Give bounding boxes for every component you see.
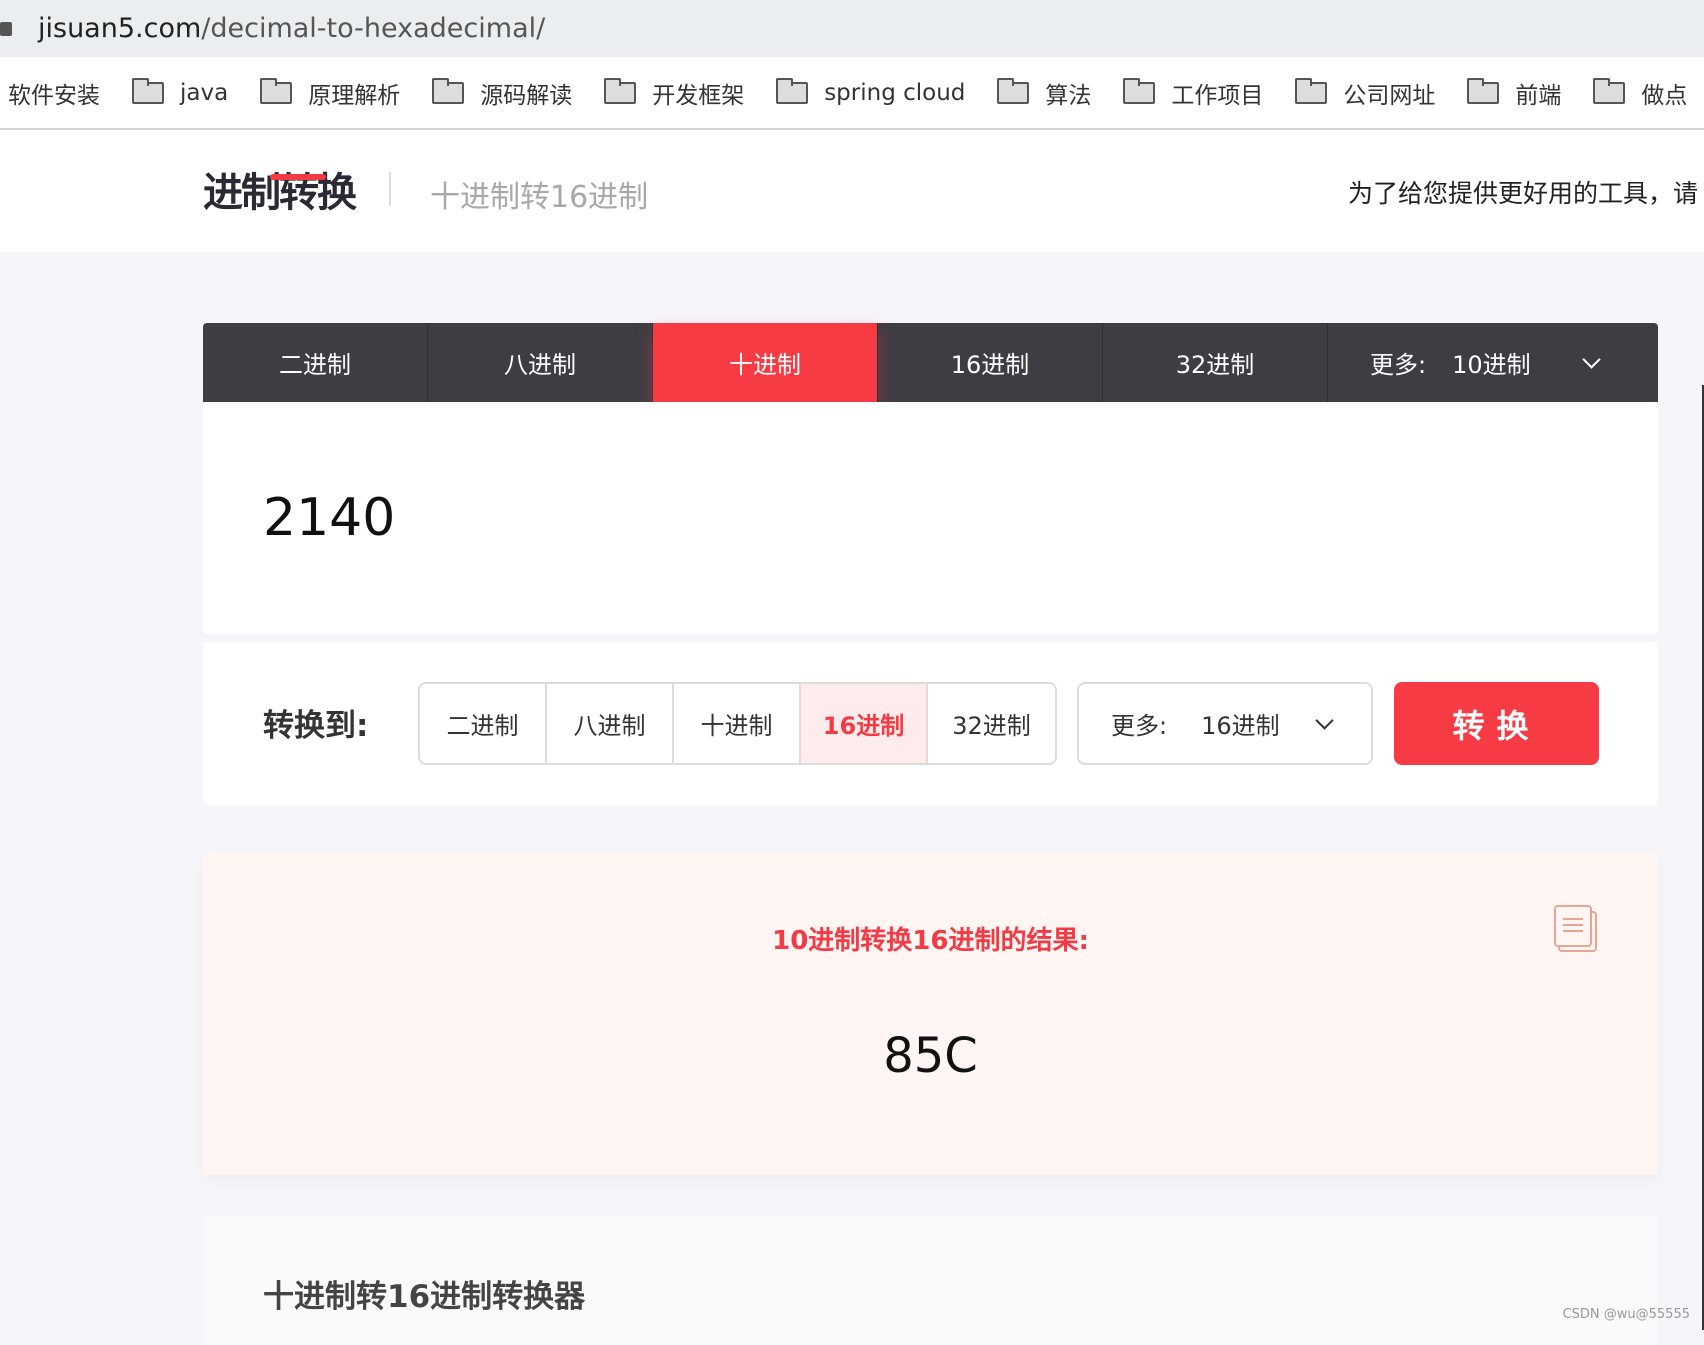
tab-decimal[interactable]: 十进制 bbox=[653, 323, 878, 402]
bookmark-label: 软件安装 bbox=[8, 82, 100, 109]
input-card: 2140 bbox=[203, 402, 1658, 634]
chevron-down-icon bbox=[1582, 349, 1601, 369]
site-logo[interactable]: 进制转换 bbox=[203, 160, 357, 218]
folder-icon bbox=[604, 77, 637, 104]
folder-icon bbox=[997, 77, 1030, 104]
tab-base32[interactable]: 32进制 bbox=[1103, 323, 1328, 402]
bookmark-item[interactable]: 源码解读 bbox=[432, 76, 572, 110]
folder-icon bbox=[1467, 77, 1500, 104]
header-notice: 为了给您提供更好用的工具，请 bbox=[1348, 179, 1699, 208]
info-title: 十进制转16进制转换器 bbox=[263, 1279, 586, 1315]
convert-button[interactable]: 转换 bbox=[1394, 682, 1599, 765]
tab-more-dropdown[interactable]: 更多: 10进制 bbox=[1328, 323, 1658, 402]
site-header: 进制转换 十进制转16进制 为了给您提供更好用的工具，请 bbox=[0, 130, 1704, 252]
result-value: 85C bbox=[883, 1028, 978, 1084]
bookmark-item[interactable]: 前端 bbox=[1467, 76, 1561, 110]
tab-octal[interactable]: 八进制 bbox=[428, 323, 653, 402]
bookmark-label: 开发框架 bbox=[652, 82, 745, 109]
bookmark-item[interactable]: 做点 bbox=[1593, 76, 1687, 110]
header-divider bbox=[389, 172, 391, 206]
number-input[interactable]: 2140 bbox=[263, 488, 395, 548]
more-label: 更多: bbox=[1370, 351, 1427, 379]
from-base-tabs: 二进制 八进制 十进制 16进制 32进制 更多: 10进制 bbox=[203, 323, 1658, 402]
folder-icon bbox=[132, 77, 164, 104]
bookmark-label: 算法 bbox=[1045, 82, 1092, 109]
url-text[interactable]: jisuan5.com/decimal-to-hexadecimal/ bbox=[38, 13, 545, 44]
target-decimal[interactable]: 十进制 bbox=[674, 684, 801, 763]
convert-to-label: 转换到: bbox=[263, 708, 369, 744]
bookmark-item[interactable]: 开发框架 bbox=[604, 76, 744, 110]
target-hex[interactable]: 16进制 bbox=[801, 684, 928, 763]
bookmark-label: 工作项目 bbox=[1171, 82, 1264, 109]
target-base32[interactable]: 32进制 bbox=[928, 684, 1055, 763]
folder-icon bbox=[260, 77, 293, 104]
bookmark-label: 源码解读 bbox=[480, 82, 573, 109]
bookmark-item[interactable]: 工作项目 bbox=[1123, 76, 1263, 110]
more-value: 16进制 bbox=[1201, 712, 1280, 740]
tab-binary[interactable]: 二进制 bbox=[203, 323, 428, 402]
url-host: jisuan5.com bbox=[38, 13, 202, 44]
bookmark-item[interactable]: 原理解析 bbox=[260, 76, 400, 110]
info-card: 十进制转16进制转换器 bbox=[203, 1215, 1658, 1345]
folder-icon bbox=[1295, 77, 1328, 104]
target-more-dropdown[interactable]: 更多: 16进制 bbox=[1077, 682, 1373, 765]
bookmark-label: java bbox=[180, 79, 229, 106]
target-octal[interactable]: 八进制 bbox=[547, 684, 674, 763]
more-label: 更多: bbox=[1111, 712, 1168, 740]
bookmark-label: 前端 bbox=[1515, 82, 1562, 109]
folder-icon bbox=[432, 77, 465, 104]
folder-icon bbox=[1123, 77, 1156, 104]
bookmark-item[interactable]: 公司网址 bbox=[1295, 76, 1435, 110]
chevron-down-icon bbox=[1315, 710, 1334, 730]
bookmark-label: 公司网址 bbox=[1343, 82, 1436, 109]
tab-hex[interactable]: 16进制 bbox=[878, 323, 1103, 402]
convert-card: 转换到: 二进制 八进制 十进制 16进制 32进制 更多: 16进制 转换 bbox=[203, 642, 1658, 805]
more-value: 10进制 bbox=[1452, 351, 1531, 379]
bookmark-label: 做点 bbox=[1641, 82, 1688, 109]
logo-arrow-icon bbox=[270, 174, 326, 180]
folder-icon bbox=[776, 77, 809, 104]
url-path: /decimal-to-hexadecimal/ bbox=[201, 13, 546, 44]
bookmarks-bar: 软件安装 java 原理解析 源码解读 开发框架 spring cloud 算法 工作项目 公司… bbox=[0, 57, 1704, 130]
result-card: 10进制转换16进制的结果: 85C bbox=[203, 852, 1658, 1175]
folder-icon bbox=[1593, 77, 1626, 104]
target-binary[interactable]: 二进制 bbox=[420, 684, 547, 763]
lock-icon bbox=[0, 21, 12, 36]
bookmark-item[interactable]: spring cloud bbox=[776, 77, 966, 106]
bookmark-item[interactable]: 算法 bbox=[997, 76, 1091, 110]
bookmark-item[interactable]: 软件安装 bbox=[8, 76, 100, 110]
result-title: 10进制转换16进制的结果: bbox=[772, 926, 1089, 956]
bookmark-item[interactable]: java bbox=[132, 77, 229, 106]
watermark: CSDN @wu@55555 bbox=[1562, 1307, 1690, 1322]
address-bar[interactable]: jisuan5.com/decimal-to-hexadecimal/ bbox=[0, 0, 1704, 57]
target-base-group: 二进制 八进制 十进制 16进制 32进制 bbox=[418, 682, 1057, 765]
bookmark-label: 原理解析 bbox=[308, 82, 401, 109]
copy-icon[interactable] bbox=[1554, 905, 1598, 953]
page-subtitle: 十进制转16进制 bbox=[430, 180, 649, 215]
bookmark-label: spring cloud bbox=[824, 79, 966, 106]
